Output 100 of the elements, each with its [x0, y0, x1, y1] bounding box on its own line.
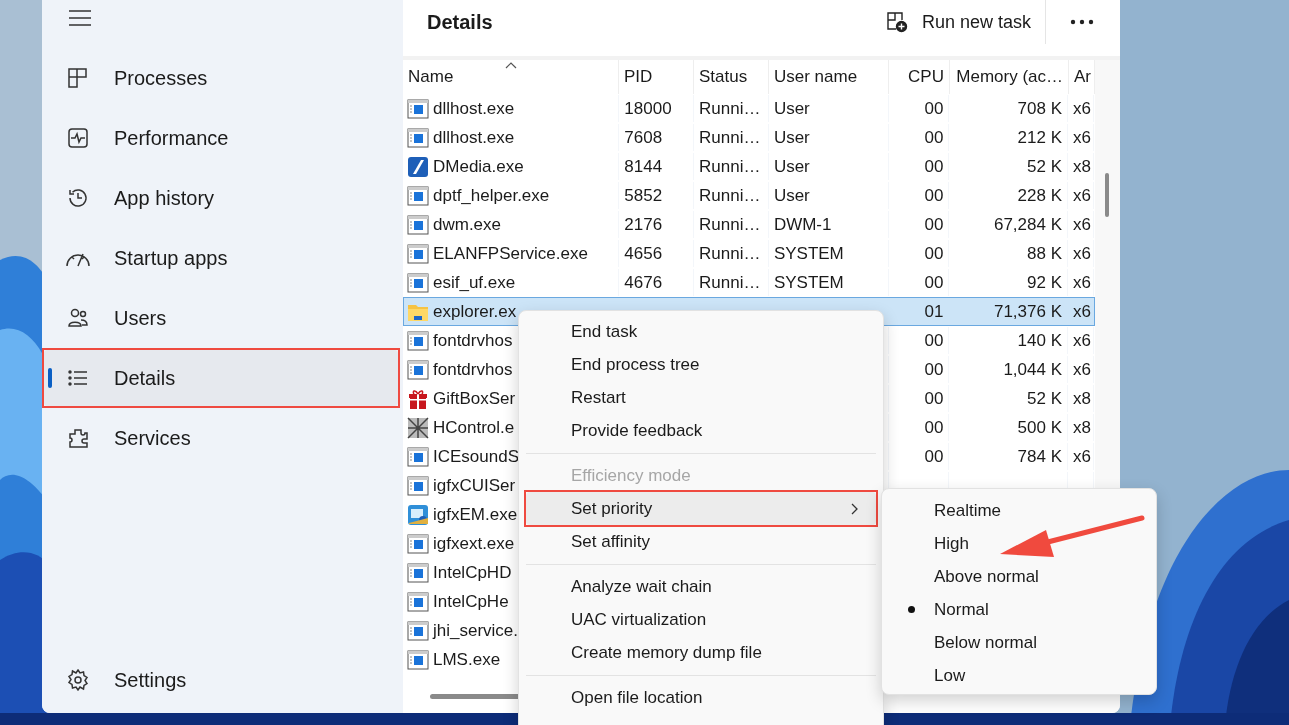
- table-cell: DWM-1: [773, 214, 832, 235]
- menu-item[interactable]: High: [886, 527, 1152, 560]
- table-cell: 5852: [624, 185, 663, 206]
- table-row[interactable]: DMedia.exe 8144 Runni… User 00 52 K x8: [403, 152, 1095, 181]
- column-header[interactable]: Memory (ac…: [950, 60, 1069, 94]
- pattern-app-icon: [407, 416, 429, 439]
- app-window-icon: [407, 126, 429, 149]
- menu-item[interactable]: UAC virtualization: [526, 603, 876, 636]
- app-window-icon: [407, 619, 429, 642]
- menu-item[interactable]: Low: [886, 659, 1152, 692]
- sidebar-item[interactable]: App history: [44, 170, 398, 226]
- process-name: GiftBoxSer: [433, 388, 516, 409]
- table-cell: x6: [1073, 330, 1091, 351]
- column-header[interactable]: PID: [619, 60, 694, 94]
- table-cell: 18000: [624, 98, 672, 119]
- table-cell: 708 K: [1017, 98, 1062, 119]
- table-row[interactable]: dwm.exe 2176 Runni… DWM-1 00 67,284 K x6: [403, 210, 1095, 239]
- selection-indicator: [48, 368, 52, 388]
- column-header[interactable]: User name: [769, 60, 889, 94]
- column-header[interactable]: CPU: [889, 60, 950, 94]
- table-cell: Runni…: [699, 243, 761, 264]
- sidebar-item[interactable]: Startup apps: [44, 230, 398, 286]
- process-name: LMS.exe: [433, 649, 501, 670]
- process-name: HControl.e: [433, 417, 515, 438]
- table-cell: 00: [924, 446, 944, 467]
- menu-item[interactable]: End process tree: [526, 348, 876, 381]
- table-cell: 00: [924, 359, 944, 380]
- scrollbar-thumb[interactable]: [1105, 173, 1109, 217]
- process-name: dwm.exe: [433, 214, 502, 235]
- table-row[interactable]: dllhost.exe 7608 Runni… User 00 212 K x6: [403, 123, 1095, 152]
- app-window-icon: [407, 590, 429, 613]
- puzzle-icon: [66, 426, 90, 450]
- app-window-icon: [407, 329, 429, 352]
- history-icon: [66, 186, 90, 210]
- table-row[interactable]: esif_uf.exe 4676 Runni… SYSTEM 00 92 K x6: [403, 268, 1095, 297]
- table-cell: 00: [924, 185, 944, 206]
- app-window-icon: [407, 184, 429, 207]
- table-cell: 212 K: [1017, 127, 1062, 148]
- table-row[interactable]: dptf_helper.exe 5852 Runni… User 00 228 K x6: [403, 181, 1095, 210]
- column-header[interactable]: Name: [403, 60, 619, 94]
- app-window-icon: [407, 474, 429, 497]
- table-cell: Runni…: [699, 127, 761, 148]
- process-name: dptf_helper.exe: [433, 185, 550, 206]
- table-cell: x8: [1073, 417, 1091, 438]
- table-cell: x6: [1073, 127, 1091, 148]
- settings-icon: [66, 668, 90, 692]
- table-cell: 00: [924, 272, 944, 293]
- table-cell: 92 K: [1027, 272, 1062, 293]
- table-cell: User: [773, 127, 810, 148]
- table-cell: 00: [924, 388, 944, 409]
- menu-item[interactable]: Normal: [886, 593, 1152, 626]
- chevron-right-icon: [850, 502, 858, 515]
- menu-icon[interactable]: [69, 10, 91, 26]
- table-cell: 500 K: [1017, 417, 1062, 438]
- table-cell: x6: [1073, 446, 1091, 467]
- table-cell: x6: [1073, 214, 1091, 235]
- table-cell: 784 K: [1017, 446, 1062, 467]
- table-cell: x6: [1073, 272, 1091, 293]
- app-window-icon: [407, 213, 429, 236]
- menu-item[interactable]: Set affinity: [526, 525, 876, 558]
- run-new-task-button[interactable]: Run new task: [885, 11, 1045, 33]
- users-icon: [66, 306, 90, 330]
- settings-item[interactable]: Settings: [44, 652, 398, 708]
- column-header[interactable]: Status: [694, 60, 769, 94]
- app-window-icon: [407, 97, 429, 120]
- sidebar-item[interactable]: Processes: [44, 50, 398, 106]
- monitor-app-icon: [407, 503, 429, 526]
- table-cell: Runni…: [699, 214, 761, 235]
- table-cell: User: [773, 98, 810, 119]
- sidebar-item[interactable]: Services: [44, 410, 398, 466]
- menu-item[interactable]: Create memory dump file: [526, 636, 876, 669]
- table-row[interactable]: ELANFPService.exe 4656 Runni… SYSTEM 00 88 K x6: [403, 239, 1095, 268]
- menu-item[interactable]: End task: [526, 315, 876, 348]
- app-window-icon: [407, 358, 429, 381]
- menu-item[interactable]: Restart: [526, 381, 876, 414]
- menu-item[interactable]: Above normal: [886, 560, 1152, 593]
- table-cell: 00: [924, 127, 944, 148]
- menu-item[interactable]: Set priority: [526, 492, 876, 525]
- table-cell: 67,284 K: [993, 214, 1062, 235]
- menu-item[interactable]: Below normal: [886, 626, 1152, 659]
- table-cell: x6: [1073, 359, 1091, 380]
- table-cell: Runni…: [699, 156, 761, 177]
- menu-item[interactable]: Realtime: [886, 494, 1152, 527]
- more-icon[interactable]: [1070, 19, 1094, 25]
- add-task-icon: [885, 11, 908, 33]
- table-cell: x6: [1073, 301, 1091, 322]
- process-name: ELANFPService.exe: [433, 243, 588, 264]
- table-cell: 00: [924, 98, 944, 119]
- table-cell: 00: [924, 156, 944, 177]
- table-cell: Runni…: [699, 98, 761, 119]
- app-window-icon: [407, 445, 429, 468]
- sidebar-item[interactable]: Users: [44, 290, 398, 346]
- menu-item[interactable]: Analyze wait chain: [526, 570, 876, 603]
- process-name: dllhost.exe: [433, 98, 515, 119]
- sidebar-item[interactable]: Details: [44, 350, 398, 406]
- table-cell: 01: [924, 301, 944, 322]
- table-row[interactable]: dllhost.exe 18000 Runni… User 00 708 K x6: [403, 94, 1095, 123]
- sidebar-item[interactable]: Performance: [44, 110, 398, 166]
- menu-item[interactable]: Open file location: [526, 681, 876, 714]
- sort-caret-icon: [504, 62, 517, 69]
